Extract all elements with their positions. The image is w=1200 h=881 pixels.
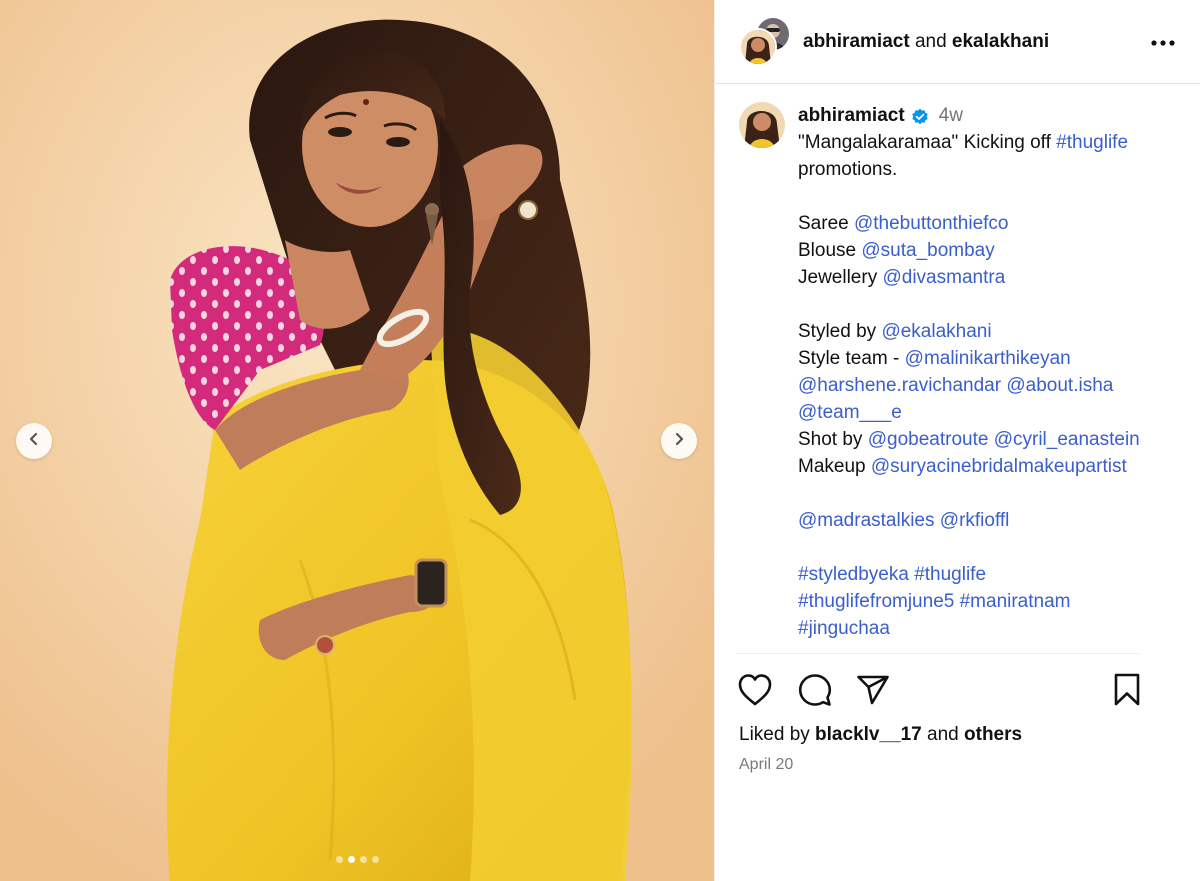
hashtag-link[interactable]: #maniratnam xyxy=(960,591,1071,612)
mention-link[interactable]: @malinikarthikeyan xyxy=(905,348,1071,369)
post-photo xyxy=(0,0,714,881)
share-button[interactable] xyxy=(853,672,893,712)
caption-username[interactable]: abhiramiact xyxy=(798,102,905,129)
caption-body: abhiramiact 4w "Mangalakaramaa" Kicking … xyxy=(798,102,1140,642)
header-conjunction: and xyxy=(914,30,947,52)
caption-text: Shot by xyxy=(798,429,868,450)
mention-link[interactable]: @divasmantra xyxy=(882,267,1005,288)
liked-by-user[interactable]: blacklv__17 xyxy=(815,724,922,745)
mention-link[interactable]: @team___e xyxy=(798,402,902,423)
chevron-left-icon xyxy=(26,431,42,452)
post-actions-bar xyxy=(738,672,1179,712)
mention-link[interactable]: @madrastalkies xyxy=(798,510,935,531)
caption: abhiramiact 4w "Mangalakaramaa" Kicking … xyxy=(739,102,1179,642)
bookmark-icon xyxy=(1113,673,1141,712)
caption-text: Jewellery xyxy=(798,267,883,288)
mention-link[interactable]: @ekalakhani xyxy=(881,321,991,342)
likes-prefix: Liked by xyxy=(739,724,816,745)
comment-button[interactable] xyxy=(795,672,835,712)
post-header: abhiramiact and ekalakhani xyxy=(715,0,1200,84)
chevron-right-icon xyxy=(671,431,687,452)
liked-by-others[interactable]: others xyxy=(964,724,1022,745)
hashtag-link[interactable]: #jinguchaa xyxy=(798,618,890,639)
post-age[interactable]: 4w xyxy=(939,102,963,129)
caption-text: Style team - xyxy=(798,348,905,369)
mention-link[interactable]: @suta_bombay xyxy=(861,240,994,261)
caption-avatar[interactable] xyxy=(739,102,785,148)
send-icon xyxy=(856,674,890,711)
carousel-dot-active xyxy=(347,856,355,863)
post-side-panel: abhiramiact and ekalakhani abhiramiact 4… xyxy=(714,0,1200,881)
carousel-dot xyxy=(359,856,367,863)
mention-link[interactable]: @suryacinebridalmakeupartist xyxy=(871,456,1127,477)
carousel-prev-button[interactable] xyxy=(16,423,52,459)
post-header-title: abhiramiact and ekalakhani xyxy=(803,31,1148,53)
header-username-1[interactable]: abhiramiact xyxy=(803,31,910,52)
carousel-dot xyxy=(335,856,343,863)
likes-summary: Liked by blacklv__17 and others xyxy=(739,724,1022,746)
instagram-post: abhiramiact and ekalakhani abhiramiact 4… xyxy=(0,0,1200,881)
like-button[interactable] xyxy=(735,672,775,712)
heart-icon xyxy=(737,673,773,712)
comment-icon xyxy=(798,673,832,712)
collab-avatars[interactable] xyxy=(737,15,791,68)
mention-link[interactable]: @thebuttonthiefco xyxy=(854,213,1009,234)
caption-text: Styled by xyxy=(798,321,882,342)
post-date[interactable]: April 20 xyxy=(739,756,793,774)
hashtag-link[interactable]: #thuglife xyxy=(914,564,986,585)
more-options-button[interactable] xyxy=(1148,30,1178,54)
carousel-dot xyxy=(371,856,379,863)
post-media xyxy=(0,0,714,881)
hashtag-link[interactable]: #styledbyeka xyxy=(798,564,909,585)
hashtag-link[interactable]: #thuglife xyxy=(1056,132,1128,153)
caption-text: promotions. xyxy=(798,159,898,180)
mention-link[interactable]: @about.isha xyxy=(1006,375,1113,396)
carousel-indicator xyxy=(0,856,714,863)
caption-text: "Mangalakaramaa" Kicking off xyxy=(798,132,1057,153)
likes-middle: and xyxy=(921,724,965,745)
header-username-2[interactable]: ekalakhani xyxy=(952,31,1049,52)
avatar xyxy=(739,27,777,66)
more-horizontal-icon xyxy=(1151,33,1175,51)
caption-text: Saree xyxy=(798,213,854,234)
hashtag-link[interactable]: #thuglifefromjune5 xyxy=(798,591,954,612)
save-button[interactable] xyxy=(1107,672,1147,712)
verified-badge-icon xyxy=(911,107,929,125)
divider xyxy=(736,653,1140,654)
mention-link[interactable]: @cyril_eanastein xyxy=(994,429,1140,450)
caption-text: Makeup xyxy=(798,456,871,477)
mention-link[interactable]: @harshene.ravichandar xyxy=(798,375,1001,396)
carousel-next-button[interactable] xyxy=(661,423,697,459)
mention-link[interactable]: @gobeatroute xyxy=(868,429,989,450)
mention-link[interactable]: @rkfioffl xyxy=(940,510,1010,531)
caption-text: Blouse xyxy=(798,240,862,261)
